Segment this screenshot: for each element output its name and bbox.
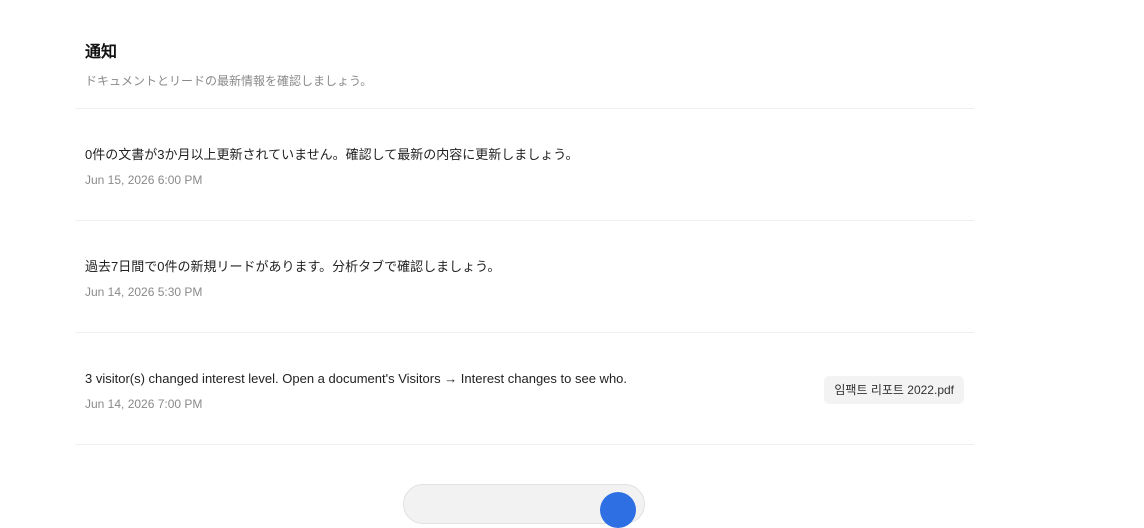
notification-item[interactable]: 3 visitor(s) changed interest level. Ope… — [75, 333, 974, 445]
notification-message: 0件の文書が3か月以上更新されていません。確認して最新の内容に更新しましょう。 — [85, 147, 579, 162]
notifications-header: 通知 ドキュメントとリードの最新情報を確認しましょう。 — [75, 0, 974, 109]
notification-item[interactable]: 過去7日間で0件の新規リードがあります。分析タブで確認しましょう。 Jun 14… — [75, 221, 974, 333]
page-title: 通知 — [85, 44, 118, 61]
notification-list: 0件の文書が3か月以上更新されていません。確認して最新の内容に更新しましょう。 … — [75, 109, 974, 445]
document-chip[interactable]: 임팩트 리포트 2022.pdf — [824, 376, 964, 404]
notification-message: 過去7日間で0件の新規リードがあります。分析タブで確認しましょう。 — [85, 259, 501, 274]
notification-timestamp: Jun 14, 2026 5:30 PM — [85, 285, 203, 299]
notification-timestamp: Jun 14, 2026 7:00 PM — [85, 397, 203, 411]
notification-message: 3 visitor(s) changed interest level. Ope… — [85, 371, 628, 386]
bottom-action-button[interactable] — [600, 492, 636, 528]
page-subtitle: ドキュメントとリードの最新情報を確認しましょう。 — [85, 74, 373, 88]
notification-timestamp: Jun 15, 2026 6:00 PM — [85, 173, 203, 187]
notification-item[interactable]: 0件の文書が3か月以上更新されていません。確認して最新の内容に更新しましょう。 … — [75, 109, 974, 221]
notifications-panel: 通知 ドキュメントとリードの最新情報を確認しましょう。 0件の文書が3か月以上更… — [75, 0, 974, 445]
